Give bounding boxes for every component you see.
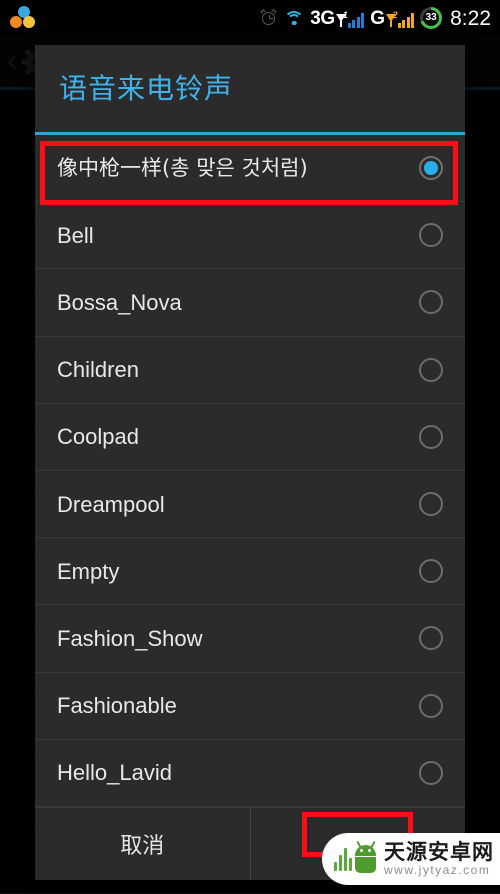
radio-button[interactable]	[419, 357, 443, 382]
battery-percent-label: 33	[425, 12, 437, 23]
dialog-title-bar: 语音来电铃声	[35, 45, 465, 135]
ringtone-label: Bossa_Nova	[57, 289, 182, 315]
ringtone-label: 像中枪一样(총 맞은 것처럼)	[57, 155, 308, 180]
radio-button[interactable]	[419, 693, 443, 718]
ringtone-label: Fashion_Show	[57, 625, 203, 651]
sim2-signal-bars	[397, 12, 415, 28]
ringtone-row-8[interactable]: Fashionable	[35, 672, 465, 740]
ringtone-label: Children	[57, 357, 139, 383]
ringtone-label: Bell	[57, 222, 94, 248]
sim1-signal-group: 3G 1	[310, 7, 365, 29]
radio-button-selected[interactable]	[419, 156, 443, 181]
watermark-url: www.jytyaz.com	[384, 863, 491, 877]
ringtone-row-4[interactable]: Coolpad	[35, 403, 465, 471]
tri-circle-logo-icon	[10, 6, 37, 30]
status-bar-notifications	[0, 6, 37, 30]
radio-button[interactable]	[419, 290, 443, 315]
ringtone-label: Dreampool	[57, 491, 165, 517]
ringtone-row-3[interactable]: Children	[35, 336, 465, 404]
alarm-clock-icon	[260, 8, 278, 28]
radio-button[interactable]	[419, 626, 443, 651]
wifi-icon	[284, 10, 305, 27]
ringtone-list[interactable]: 像中枪一样(총 맞은 것처럼) Bell Bossa_Nova Children…	[35, 135, 465, 807]
ringtone-label: Coolpad	[57, 424, 139, 450]
sim1-signal-bars	[347, 12, 365, 28]
ringtone-row-2[interactable]: Bossa_Nova	[35, 269, 465, 337]
sim2-antenna-icon: 2	[385, 9, 398, 28]
radio-button[interactable]	[419, 223, 443, 248]
ringtone-row-5[interactable]: Dreampool	[35, 470, 465, 539]
sim1-antenna-icon: 1	[335, 9, 348, 28]
radio-button[interactable]	[419, 424, 443, 449]
ringtone-row-7[interactable]: Fashion_Show	[35, 605, 465, 673]
sim2-index-label: 2	[392, 9, 398, 20]
ringtone-row-0[interactable]: 像中枪一样(총 맞은 것처럼)	[35, 135, 465, 203]
watermark-site-name: 天源安卓网	[384, 840, 494, 864]
radio-button[interactable]	[419, 559, 443, 584]
radio-button[interactable]	[419, 492, 443, 517]
watermark: 天源安卓网 www.jytyaz.com	[322, 833, 500, 885]
clock-label: 8:22	[450, 6, 491, 30]
sim2-signal-group: G 2	[370, 7, 415, 29]
sim1-network-label: 3G	[310, 7, 335, 29]
ringtone-row-9[interactable]: Hello_Lavid	[35, 739, 465, 807]
ringtone-label: Empty	[57, 558, 120, 584]
sim2-network-label: G	[370, 7, 385, 29]
ringtone-label: Hello_Lavid	[57, 760, 172, 786]
cancel-button[interactable]: 取消	[35, 808, 250, 880]
ringtone-row-1[interactable]: Bell	[35, 202, 465, 270]
ringtone-picker-dialog: 语音来电铃声 像中枪一样(총 맞은 것처럼) Bell Bossa_Nova C…	[35, 45, 465, 880]
android-robot-icon	[334, 840, 378, 877]
dialog-title: 语音来电铃声	[59, 71, 234, 105]
status-bar: 3G 1 G 2 33 8:22	[0, 0, 500, 36]
radio-button[interactable]	[419, 760, 443, 785]
watermark-text: 天源安卓网 www.jytyaz.com	[384, 841, 494, 877]
ringtone-row-6[interactable]: Empty	[35, 538, 465, 606]
status-bar-system-icons: 3G 1 G 2 33 8:22	[260, 6, 500, 30]
sim1-index-label: 1	[342, 9, 348, 20]
ringtone-label: Fashionable	[57, 693, 177, 719]
battery-icon: 33	[420, 7, 443, 29]
